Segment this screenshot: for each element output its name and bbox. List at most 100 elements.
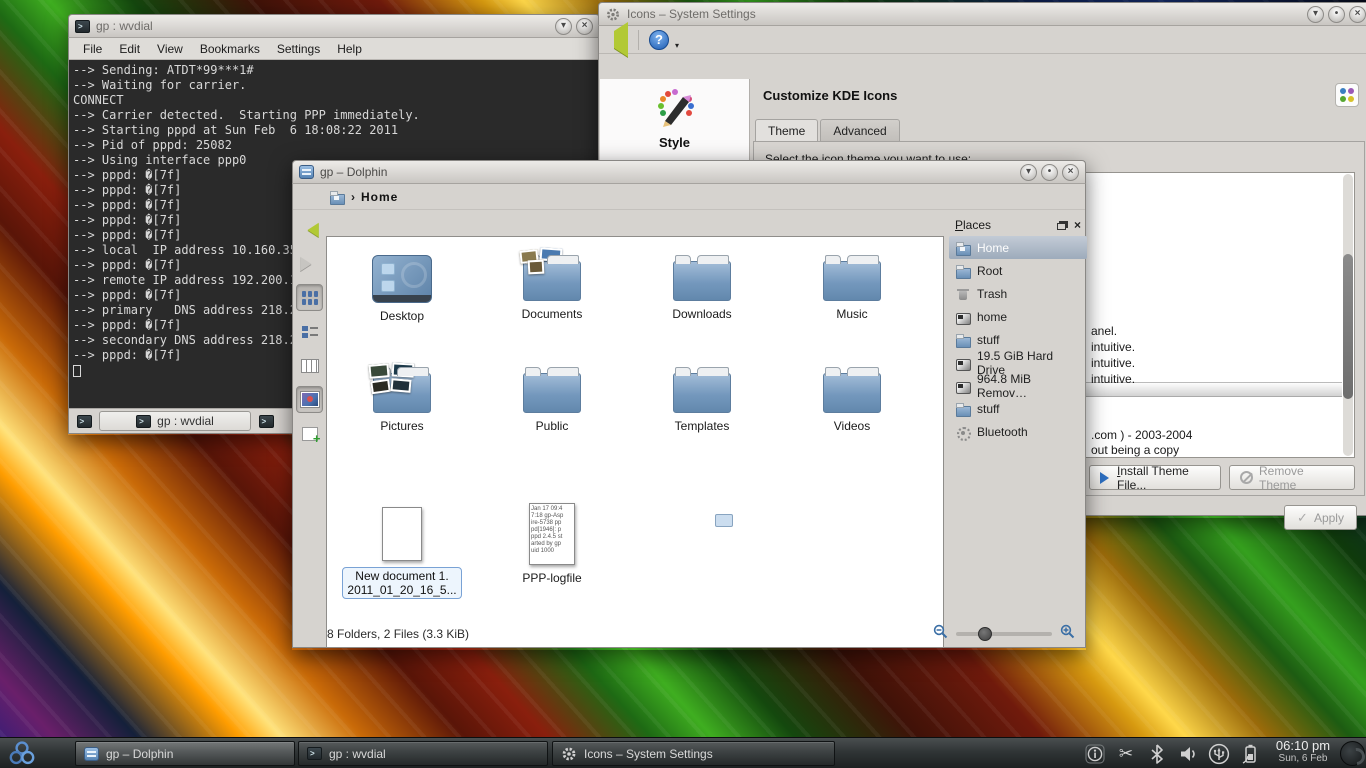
places-item[interactable]: Trash: [949, 282, 1087, 305]
menu-item[interactable]: Edit: [119, 42, 140, 56]
clipboard-scissors-icon[interactable]: ✂: [1115, 743, 1137, 765]
maximize-button[interactable]: •: [1041, 164, 1058, 181]
zoom-slider-knob[interactable]: [978, 627, 992, 641]
tab-theme[interactable]: Theme: [755, 119, 818, 142]
system-settings-titlebar[interactable]: Icons – System Settings ▾ • ×: [598, 2, 1366, 26]
tab-advanced[interactable]: Advanced: [820, 119, 899, 142]
places-item[interactable]: stuff: [949, 397, 1087, 420]
places-item[interactable]: Root: [949, 259, 1087, 282]
zoom-slider[interactable]: [956, 632, 1052, 636]
menu-item[interactable]: View: [157, 42, 183, 56]
file-view[interactable]: Desktop Documents Downloads: [326, 236, 944, 648]
clock[interactable]: 06:10 pm Sun, 6 Feb: [1268, 739, 1338, 768]
places-item[interactable]: home: [949, 305, 1087, 328]
places-item[interactable]: Bluetooth: [949, 420, 1087, 443]
loading-thumbnail-icon: [715, 514, 733, 527]
place-label: Root: [977, 264, 1002, 278]
menu-item[interactable]: Help: [337, 42, 362, 56]
place-icon: [955, 402, 971, 416]
sidebar-item-label: Style: [659, 135, 690, 150]
desktop-icon: [372, 255, 432, 303]
usb-icon[interactable]: [1208, 743, 1230, 765]
page-title: Customize KDE Icons: [763, 88, 897, 103]
list-scrollbar[interactable]: [1343, 174, 1353, 456]
menu-item[interactable]: File: [83, 42, 102, 56]
sidebar-item-style[interactable]: Style: [600, 79, 749, 150]
close-button[interactable]: ×: [1349, 6, 1366, 23]
remove-theme-button[interactable]: Remove Theme: [1229, 465, 1355, 490]
apply-button[interactable]: ✓ Apply: [1284, 505, 1357, 530]
columns-view-button[interactable]: [296, 352, 323, 379]
folder-item[interactable]: Music: [777, 247, 927, 321]
zoom-out-icon[interactable]: [933, 624, 948, 644]
app-launcher-button[interactable]: [8, 740, 36, 767]
minimize-button[interactable]: ▾: [1020, 164, 1037, 181]
undock-panel-icon[interactable]: [1057, 223, 1066, 230]
home-folder-icon[interactable]: [329, 190, 345, 204]
battery-icon[interactable]: [1239, 743, 1261, 765]
close-panel-icon[interactable]: ×: [1074, 219, 1081, 231]
folder-icon: [823, 373, 881, 413]
back-button[interactable]: [605, 31, 628, 49]
file-item-new-document[interactable]: New document 1. 2011_01_20_16_5...: [327, 507, 477, 599]
terminal-line: CONNECT: [73, 93, 595, 108]
new-tab-button[interactable]: [73, 411, 95, 431]
file-item-ppp-logfile[interactable]: Jan 17 09:4 7:18 gp-Asp ire-5738 pp pd[1…: [477, 503, 627, 585]
system-settings-toolbar: ? ▾: [599, 26, 1366, 54]
places-item[interactable]: Home: [949, 236, 1087, 259]
folder-item[interactable]: Downloads: [627, 247, 777, 321]
theme-description: .com ) - 2003-2004out being a copy: [1091, 428, 1192, 458]
chevron-down-icon[interactable]: ▾: [675, 41, 679, 53]
place-label: 964.8 MiB Remov…: [977, 372, 1083, 400]
taskbar-item-dolphin[interactable]: gp – Dolphin: [75, 741, 295, 766]
details-view-button[interactable]: [296, 318, 323, 345]
blank-document-icon: [382, 507, 422, 561]
gear-icon: [561, 746, 577, 762]
close-button[interactable]: ×: [576, 18, 593, 35]
install-theme-button[interactable]: Install Theme File...: [1089, 465, 1221, 490]
terminal-titlebar[interactable]: gp : wvdial ▾ ×: [68, 14, 600, 38]
breadcrumb-arrow-icon: ›: [351, 190, 355, 204]
dolphin-titlebar[interactable]: gp – Dolphin ▾ • ×: [292, 160, 1086, 184]
icons-view-button[interactable]: [296, 284, 323, 311]
breadcrumb-home[interactable]: Home: [361, 190, 398, 204]
terminal-tab[interactable]: gp : wvdial: [99, 411, 251, 431]
split-view-button[interactable]: [296, 420, 323, 447]
folder-item[interactable]: Documents: [477, 247, 627, 321]
zoom-in-icon[interactable]: [1060, 624, 1075, 644]
taskbar-item-system-settings[interactable]: Icons – System Settings: [552, 741, 835, 766]
close-tab-button[interactable]: [255, 411, 277, 431]
bluetooth-icon[interactable]: [1146, 743, 1168, 765]
help-icon[interactable]: ?: [649, 30, 669, 50]
back-button[interactable]: [296, 216, 323, 243]
folder-icon: [823, 261, 881, 301]
folder-item[interactable]: Public: [477, 359, 627, 433]
preview-button[interactable]: [296, 386, 323, 413]
folder-item[interactable]: Pictures: [327, 359, 477, 433]
menu-item[interactable]: Bookmarks: [200, 42, 260, 56]
folder-item[interactable]: Templates: [627, 359, 777, 433]
menu-item[interactable]: Settings: [277, 42, 320, 56]
close-button[interactable]: ×: [1062, 164, 1079, 181]
theme-description-line: out being a copy: [1091, 443, 1192, 458]
dolphin-side-toolbar: [293, 210, 326, 621]
folder-item[interactable]: Videos: [777, 359, 927, 433]
minimize-button[interactable]: ▾: [1307, 6, 1324, 23]
info-icon[interactable]: [1084, 743, 1106, 765]
forward-button[interactable]: [296, 250, 323, 277]
place-icon: [955, 287, 971, 301]
volume-icon[interactable]: [1177, 743, 1199, 765]
import-arrow-icon: [1100, 472, 1115, 484]
dolphin-statusbar: 8 Folders, 2 Files (3.3 KiB): [293, 621, 1085, 647]
folder-item[interactable]: Desktop: [327, 247, 477, 323]
scrollbar-thumb[interactable]: [1343, 254, 1353, 399]
panel-toolbox-cashew-icon[interactable]: [1340, 741, 1365, 766]
taskbar-item-terminal[interactable]: gp : wvdial: [298, 741, 548, 766]
places-item[interactable]: 964.8 MiB Remov…: [949, 374, 1087, 397]
icons-view-icon: [302, 291, 318, 305]
folder-icon: [373, 373, 431, 413]
terminal-icon: [77, 415, 92, 428]
maximize-button[interactable]: •: [1328, 6, 1345, 23]
back-arrow-icon: [605, 22, 628, 57]
minimize-button[interactable]: ▾: [555, 18, 572, 35]
